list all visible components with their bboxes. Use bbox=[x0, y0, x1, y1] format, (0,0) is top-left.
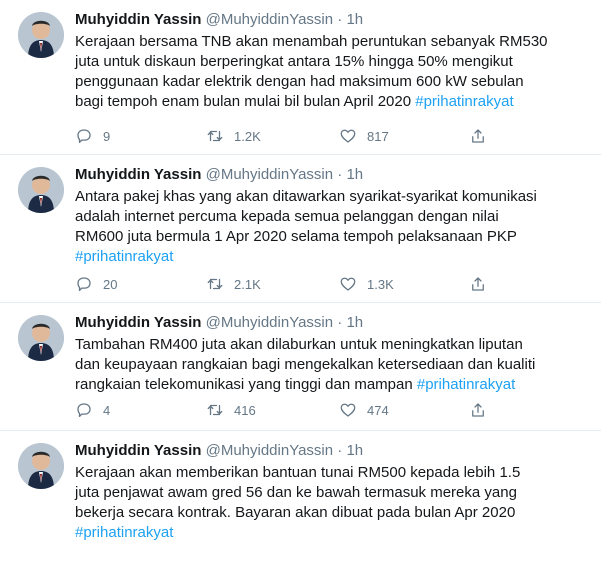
reply-count: 4 bbox=[103, 402, 111, 418]
reply-icon bbox=[77, 403, 91, 418]
reply-icon bbox=[77, 129, 91, 144]
share-icon bbox=[472, 277, 484, 291]
retweet-count: 416 bbox=[234, 402, 256, 418]
share-button[interactable] bbox=[469, 127, 497, 145]
tweet-actions: 9 1.2K 817 bbox=[75, 126, 497, 146]
tweet-timestamp[interactable]: 1h bbox=[346, 442, 363, 459]
avatar[interactable] bbox=[18, 315, 64, 361]
separator-dot: · bbox=[337, 314, 343, 331]
hashtag-link[interactable]: #prihatinrakyat bbox=[417, 376, 515, 393]
tweet-actions: 4 416 474 bbox=[75, 400, 497, 420]
like-count: 817 bbox=[367, 128, 389, 144]
author-handle[interactable]: @MuhyiddinYassin bbox=[206, 314, 334, 331]
author-handle[interactable]: @MuhyiddinYassin bbox=[206, 11, 334, 28]
like-button[interactable]: 1.3K bbox=[339, 275, 469, 293]
like-icon bbox=[340, 129, 356, 143]
reply-button[interactable]: 9 bbox=[75, 127, 206, 145]
like-button[interactable]: 474 bbox=[339, 401, 469, 419]
tweet-text: Kerajaan bersama TNB akan menambah perun… bbox=[75, 32, 590, 112]
share-button[interactable] bbox=[469, 401, 497, 419]
avatar-image bbox=[18, 315, 64, 361]
avatar[interactable] bbox=[18, 167, 64, 213]
reply-button[interactable]: 4 bbox=[75, 401, 206, 419]
avatar-image bbox=[18, 443, 64, 489]
avatar[interactable] bbox=[18, 12, 64, 58]
tweet-header: Muhyiddin Yassin @MuhyiddinYassin · 1h bbox=[75, 10, 363, 30]
hashtag-link[interactable]: #prihatinrakyat bbox=[75, 524, 173, 541]
author-handle[interactable]: @MuhyiddinYassin bbox=[206, 442, 334, 459]
retweet-button[interactable]: 1.2K bbox=[206, 127, 339, 145]
tweet-text: Tambahan RM400 juta akan dilaburkan untu… bbox=[75, 335, 590, 395]
tweet-feed: Muhyiddin Yassin @MuhyiddinYassin · 1h K… bbox=[0, 0, 601, 546]
reply-button[interactable]: 20 bbox=[75, 275, 206, 293]
tweet[interactable]: Muhyiddin Yassin @MuhyiddinYassin · 1h T… bbox=[0, 303, 601, 431]
author-name[interactable]: Muhyiddin Yassin bbox=[75, 442, 201, 459]
separator-dot: · bbox=[337, 166, 343, 183]
tweet[interactable]: Muhyiddin Yassin @MuhyiddinYassin · 1h K… bbox=[0, 431, 601, 571]
reply-count: 9 bbox=[103, 128, 111, 144]
author-name[interactable]: Muhyiddin Yassin bbox=[75, 314, 201, 331]
tweet-text-content: Kerajaan akan memberikan bantuan tunai R… bbox=[75, 464, 521, 521]
tweet-text: Kerajaan akan memberikan bantuan tunai R… bbox=[75, 463, 590, 543]
like-button[interactable]: 817 bbox=[339, 127, 469, 145]
tweet-text: Antara pakej khas yang akan ditawarkan s… bbox=[75, 187, 590, 267]
tweet-text-content: Antara pakej khas yang akan ditawarkan s… bbox=[75, 188, 537, 245]
retweet-icon bbox=[207, 130, 223, 142]
like-icon bbox=[340, 403, 356, 417]
tweet[interactable]: Muhyiddin Yassin @MuhyiddinYassin · 1h K… bbox=[0, 0, 601, 155]
tweet-timestamp[interactable]: 1h bbox=[346, 11, 363, 28]
tweet-timestamp[interactable]: 1h bbox=[346, 314, 363, 331]
tweet-actions: 20 2.1K 1.3K bbox=[75, 274, 497, 294]
reply-icon bbox=[77, 277, 91, 292]
separator-dot: · bbox=[337, 442, 343, 459]
like-count: 1.3K bbox=[367, 276, 394, 292]
retweet-button[interactable]: 2.1K bbox=[206, 275, 339, 293]
author-handle[interactable]: @MuhyiddinYassin bbox=[206, 166, 334, 183]
author-name[interactable]: Muhyiddin Yassin bbox=[75, 11, 201, 28]
retweet-icon bbox=[207, 404, 223, 416]
avatar[interactable] bbox=[18, 443, 64, 489]
retweet-count: 2.1K bbox=[234, 276, 261, 292]
like-icon bbox=[340, 277, 356, 291]
tweet-header: Muhyiddin Yassin @MuhyiddinYassin · 1h bbox=[75, 313, 363, 333]
author-name[interactable]: Muhyiddin Yassin bbox=[75, 166, 201, 183]
retweet-button[interactable]: 416 bbox=[206, 401, 339, 419]
hashtag-link[interactable]: #prihatinrakyat bbox=[75, 248, 173, 265]
hashtag-link[interactable]: #prihatinrakyat bbox=[415, 93, 513, 110]
tweet-header: Muhyiddin Yassin @MuhyiddinYassin · 1h bbox=[75, 441, 363, 461]
separator-dot: · bbox=[337, 11, 343, 28]
share-button[interactable] bbox=[469, 275, 497, 293]
share-icon bbox=[472, 403, 484, 417]
avatar-image bbox=[18, 12, 64, 58]
tweet-header: Muhyiddin Yassin @MuhyiddinYassin · 1h bbox=[75, 165, 363, 185]
tweet[interactable]: Muhyiddin Yassin @MuhyiddinYassin · 1h A… bbox=[0, 155, 601, 303]
share-icon bbox=[472, 129, 484, 143]
like-count: 474 bbox=[367, 402, 389, 418]
retweet-count: 1.2K bbox=[234, 128, 261, 144]
avatar-image bbox=[18, 167, 64, 213]
reply-count: 20 bbox=[103, 276, 118, 292]
tweet-timestamp[interactable]: 1h bbox=[346, 166, 363, 183]
retweet-icon bbox=[207, 278, 223, 290]
